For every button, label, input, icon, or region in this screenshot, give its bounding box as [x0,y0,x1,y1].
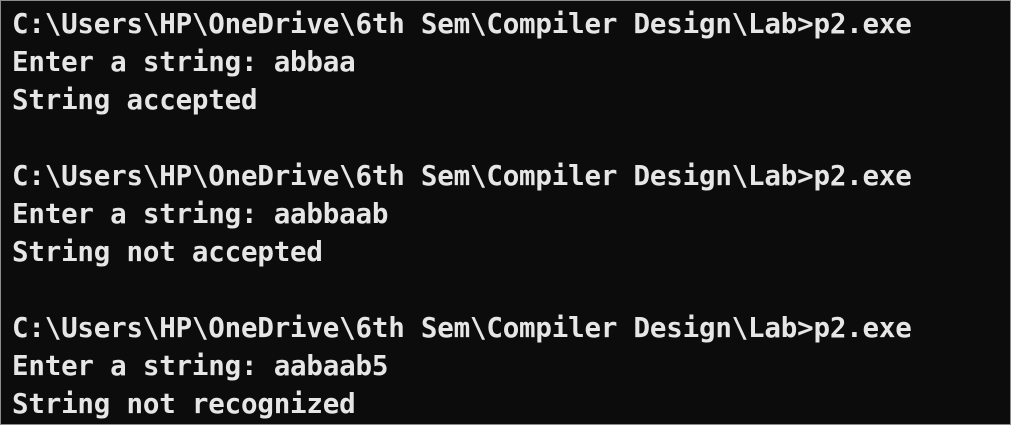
command-prompt-line: C:\Users\HP\OneDrive\6th Sem\Compiler De… [12,160,912,192]
input-prompt-line: Enter a string: aabbaab [12,198,389,230]
command-prompt-line: C:\Users\HP\OneDrive\6th Sem\Compiler De… [12,312,912,344]
terminal-window: C:\Users\HP\OneDrive\6th Sem\Compiler De… [0,0,1011,425]
result-line: String accepted [12,84,258,116]
input-prompt-line: Enter a string: aabaab5 [12,350,389,382]
result-line: String not accepted [12,236,323,268]
result-line: String not recognized [12,388,356,420]
console-output: C:\Users\HP\OneDrive\6th Sem\Compiler De… [12,5,1010,423]
input-prompt-line: Enter a string: abbaa [12,46,356,78]
command-prompt-line: C:\Users\HP\OneDrive\6th Sem\Compiler De… [12,8,912,40]
